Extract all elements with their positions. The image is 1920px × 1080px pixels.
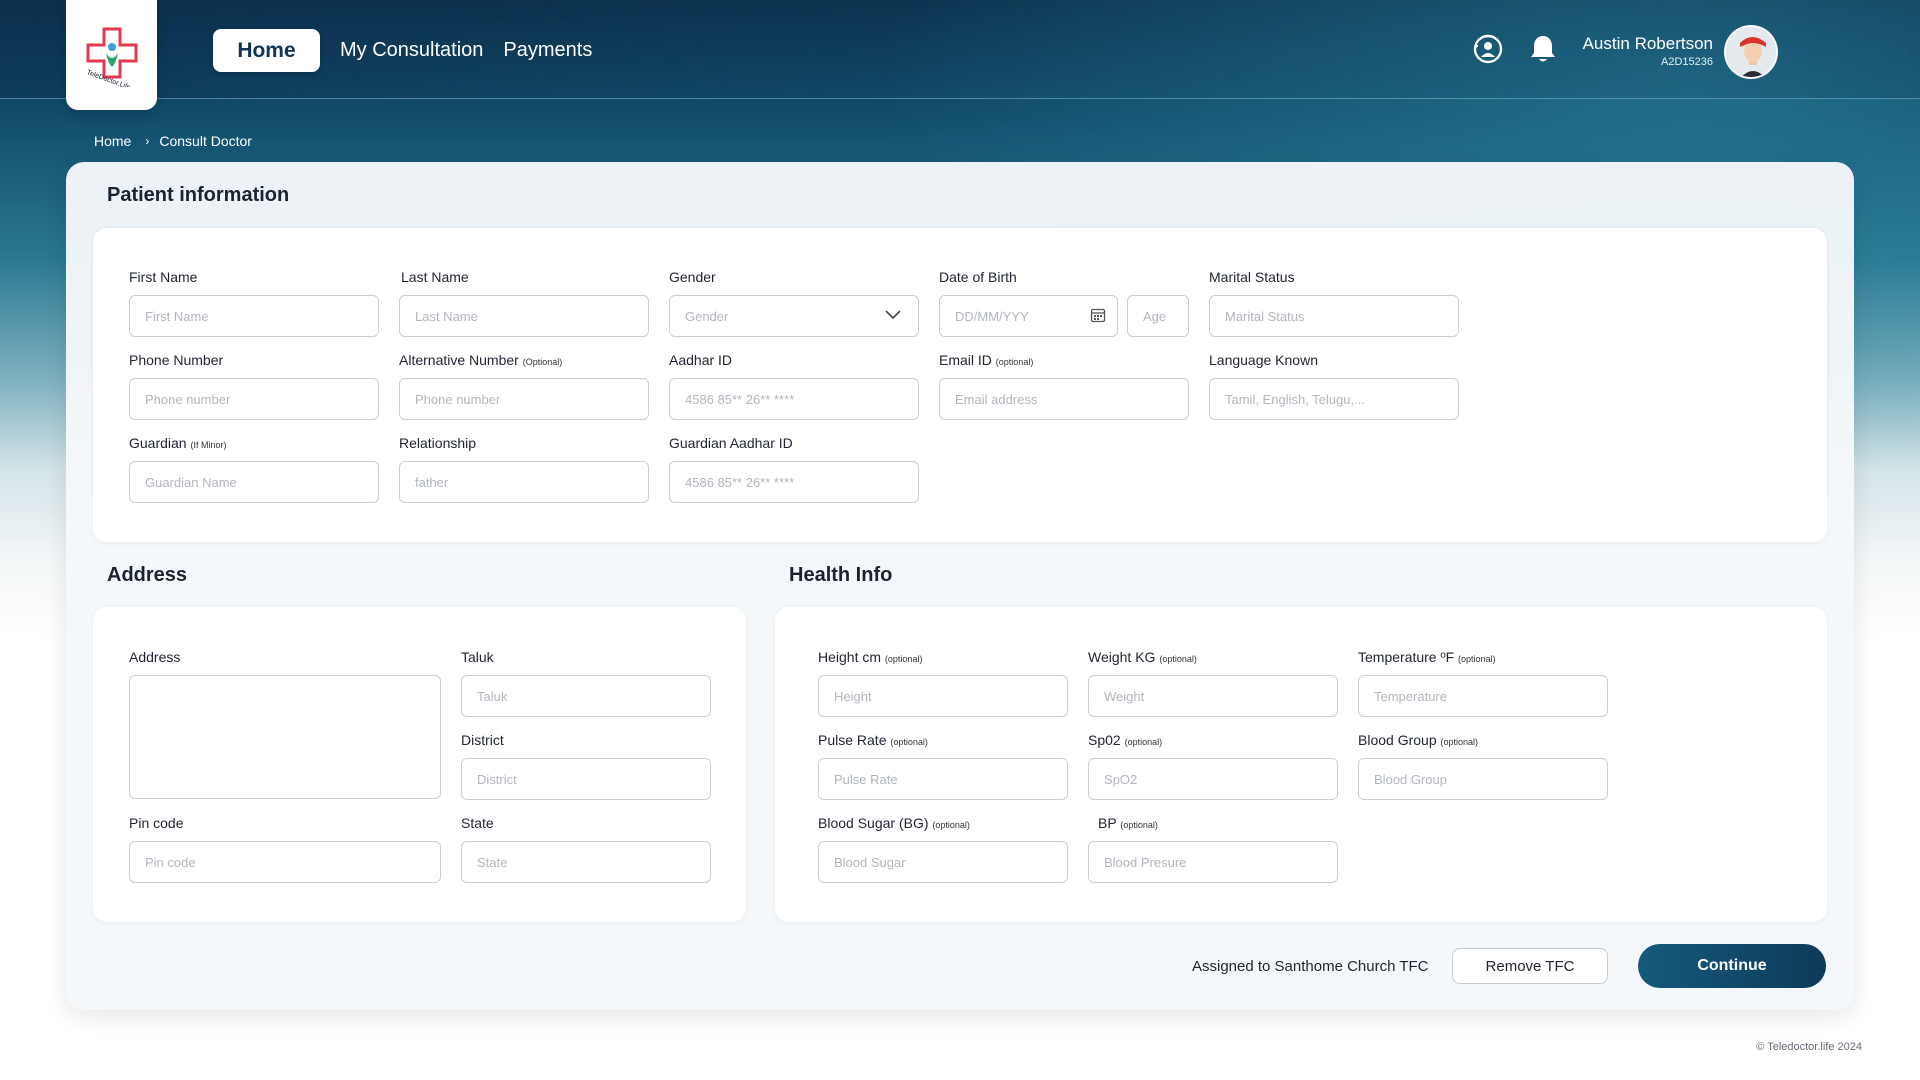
notification-bell-icon[interactable] xyxy=(1526,32,1560,66)
blood-group-input[interactable] xyxy=(1358,758,1608,800)
language-input[interactable] xyxy=(1209,378,1459,420)
footer-copyright: © Teledoctor.life 2024 xyxy=(1756,1041,1862,1053)
state-input[interactable] xyxy=(461,841,711,883)
calendar-icon[interactable] xyxy=(1090,307,1106,323)
phone-label: Phone Number xyxy=(129,352,224,368)
height-input[interactable] xyxy=(818,675,1068,717)
age-input[interactable] xyxy=(1127,295,1189,337)
district-input[interactable] xyxy=(461,758,711,800)
bp-input[interactable] xyxy=(1088,841,1338,883)
taluk-label: Taluk xyxy=(461,649,494,665)
chevron-down-icon xyxy=(885,310,901,320)
last-name-label: Last Name xyxy=(401,269,469,285)
user-avatar-icon xyxy=(1726,27,1776,77)
teledoctor-logo-icon: TeleDoctor.Life xyxy=(85,27,137,87)
blood-group-label: Blood Group (optional) xyxy=(1358,732,1479,748)
blood-sugar-label: Blood Sugar (BG) (optional) xyxy=(818,815,970,831)
taluk-input[interactable] xyxy=(461,675,711,717)
dob-field[interactable] xyxy=(939,295,1118,337)
svg-text:TeleDoctor.Life: TeleDoctor.Life xyxy=(85,69,131,87)
health-info-title: Health Info xyxy=(789,564,893,586)
chevron-right-icon: › xyxy=(145,134,150,148)
first-name-input[interactable] xyxy=(129,295,379,337)
aadhar-label: Aadhar ID xyxy=(669,352,733,368)
top-header: TeleDoctor.Life Home My Consultation Pay… xyxy=(0,0,1920,110)
pincode-label: Pin code xyxy=(129,815,184,831)
address-label: Address xyxy=(129,649,181,665)
continue-button[interactable]: Continue xyxy=(1638,944,1826,988)
relationship-label: Relationship xyxy=(399,435,477,451)
assigned-tfc-text: Assigned to Santhome Church TFC xyxy=(1192,958,1429,975)
gender-input[interactable] xyxy=(669,295,919,337)
spo2-label: Sp02 (optional) xyxy=(1088,732,1163,748)
guardian-label: Guardian (If Minor) xyxy=(129,435,227,451)
spo2-input[interactable] xyxy=(1088,758,1338,800)
alt-phone-input[interactable] xyxy=(399,378,649,420)
nav-home[interactable]: Home xyxy=(213,29,320,72)
patient-info-title: Patient information xyxy=(107,184,290,206)
nav-my-consultation[interactable]: My Consultation xyxy=(340,39,483,62)
state-label: State xyxy=(461,815,494,831)
guardian-aadhar-input[interactable] xyxy=(669,461,919,503)
remove-tfc-button[interactable]: Remove TFC xyxy=(1452,948,1608,984)
marital-status-label: Marital Status xyxy=(1209,269,1295,285)
dob-label: Date of Birth xyxy=(939,269,1017,285)
logo[interactable]: TeleDoctor.Life xyxy=(66,0,157,110)
support-icon[interactable] xyxy=(1471,32,1505,66)
alt-phone-label: Alternative Number (Optional) xyxy=(399,352,563,368)
user-name: Austin Robertson xyxy=(1582,34,1713,53)
gender-label: Gender xyxy=(669,269,716,285)
avatar[interactable] xyxy=(1724,25,1778,79)
address-textarea[interactable] xyxy=(129,675,441,799)
aadhar-input[interactable] xyxy=(669,378,919,420)
breadcrumb-home[interactable]: Home xyxy=(94,133,131,149)
marital-status-input[interactable] xyxy=(1209,295,1459,337)
breadcrumb-current: Consult Doctor xyxy=(159,133,252,149)
blood-sugar-input[interactable] xyxy=(818,841,1068,883)
height-label: Height cm (optional) xyxy=(818,649,923,665)
weight-label: Weight KG (optional) xyxy=(1088,649,1197,665)
address-title: Address xyxy=(107,564,188,586)
phone-input[interactable] xyxy=(129,378,379,420)
language-label: Language Known xyxy=(1209,352,1318,368)
district-label: District xyxy=(461,732,504,748)
last-name-input[interactable] xyxy=(399,295,649,337)
breadcrumb: Home › Consult Doctor xyxy=(94,133,252,149)
user-id: A2D15236 xyxy=(1661,56,1713,68)
guardian-aadhar-label: Guardian Aadhar ID xyxy=(669,435,793,451)
gender-select[interactable] xyxy=(669,295,919,337)
nav-payments[interactable]: Payments xyxy=(503,39,592,62)
pincode-input[interactable] xyxy=(129,841,441,883)
bp-label: BP (optional) xyxy=(1098,815,1158,831)
relationship-input[interactable] xyxy=(399,461,649,503)
pulse-rate-input[interactable] xyxy=(818,758,1068,800)
pulse-rate-label: Pulse Rate (optional) xyxy=(818,732,928,748)
weight-input[interactable] xyxy=(1088,675,1338,717)
guardian-input[interactable] xyxy=(129,461,379,503)
email-label: Email ID (optional) xyxy=(939,352,1034,368)
first-name-label: First Name xyxy=(129,269,198,285)
email-input[interactable] xyxy=(939,378,1189,420)
temperature-label: Temperature ºF (optional) xyxy=(1358,649,1496,665)
main-nav: Home My Consultation Payments xyxy=(213,29,592,72)
temperature-input[interactable] xyxy=(1358,675,1608,717)
